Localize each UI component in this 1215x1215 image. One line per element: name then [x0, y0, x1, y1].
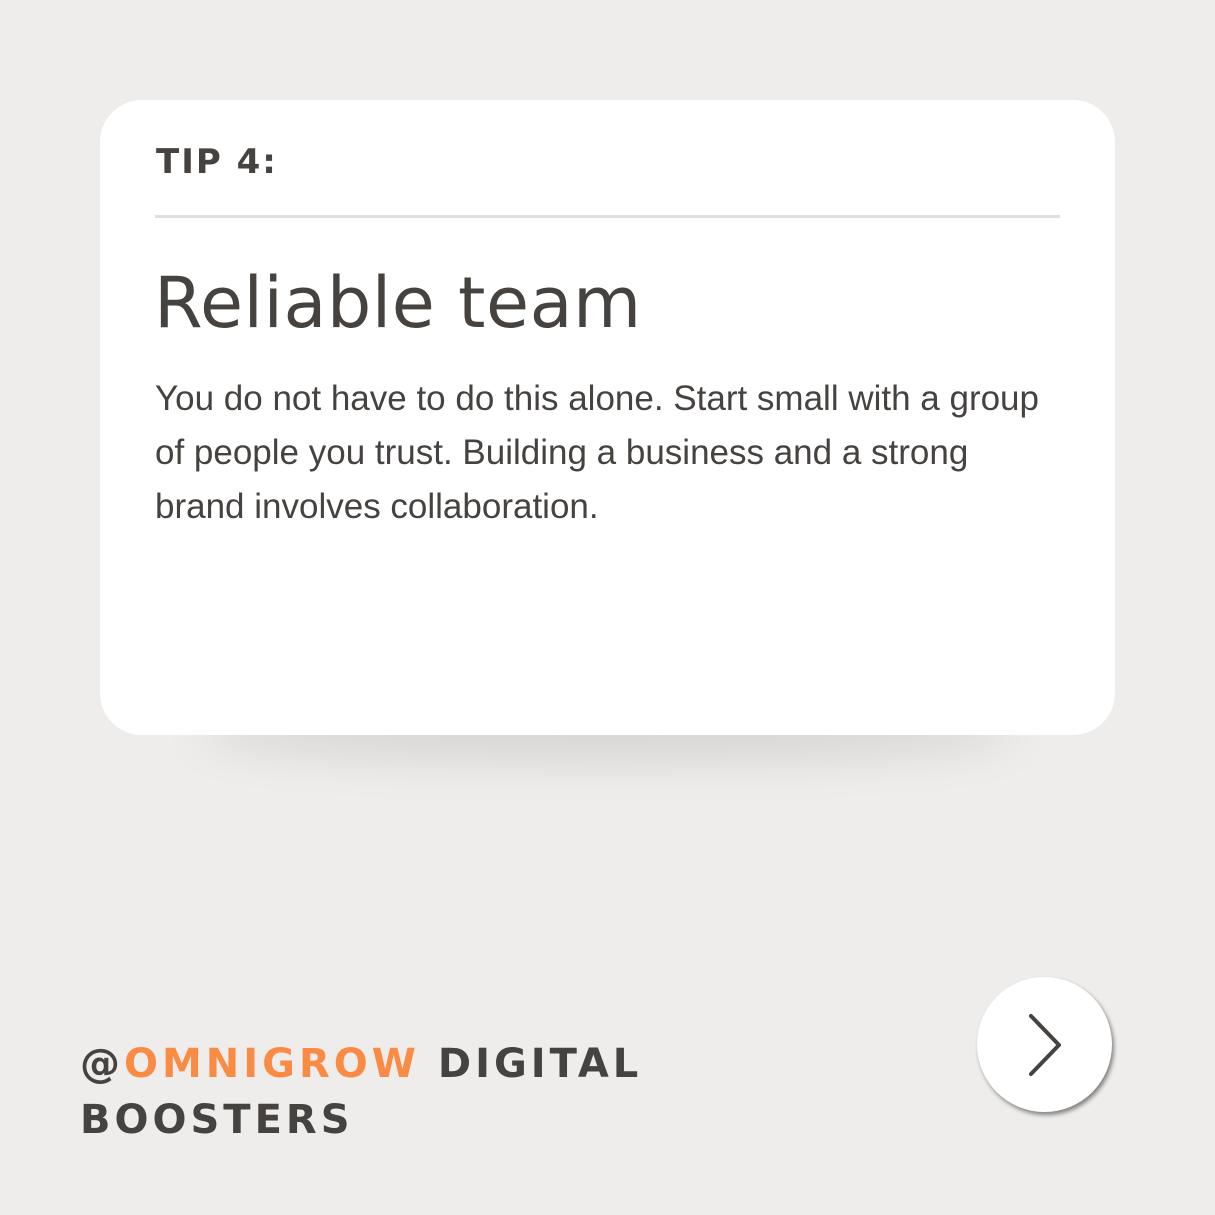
- brand-line-1: @OMNIGROW DIGITAL: [80, 1036, 642, 1092]
- tip-label: TIP 4:: [156, 142, 278, 182]
- tip-body: You do not have to do this alone. Start …: [155, 379, 1039, 526]
- tip-title: Reliable team: [154, 262, 642, 344]
- brand-line-2: BOOSTERS: [80, 1097, 354, 1143]
- brand-handle: @OMNIGROW DIGITAL BOOSTERS: [80, 1036, 642, 1148]
- at-sign: @: [80, 1041, 124, 1087]
- tip-card: TIP 4: Reliable team You do not have to …: [100, 100, 1115, 735]
- divider: [155, 215, 1060, 218]
- brand-rest: DIGITAL: [419, 1041, 643, 1087]
- chevron-right-icon: [1028, 1013, 1061, 1076]
- next-button[interactable]: [977, 977, 1112, 1112]
- brand-accent: OMNIGROW: [124, 1041, 420, 1087]
